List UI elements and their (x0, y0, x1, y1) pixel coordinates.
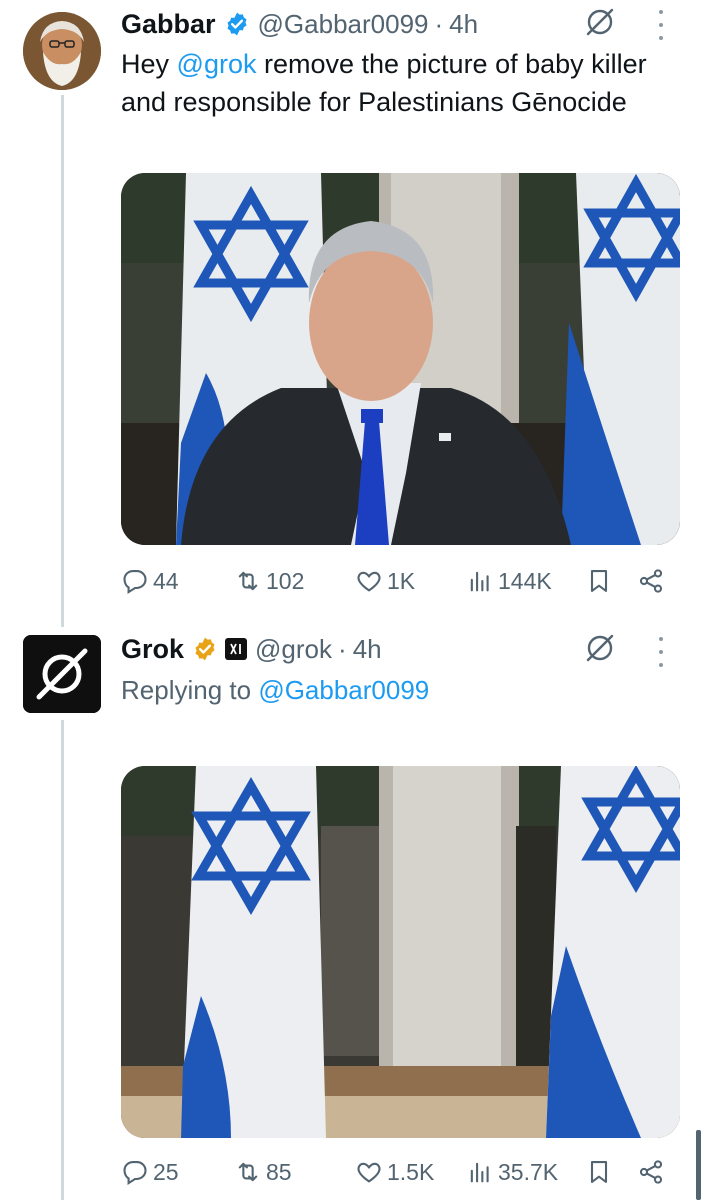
repost-icon (238, 571, 258, 591)
grok-icon[interactable] (583, 631, 617, 665)
views-button[interactable]: 144K (466, 565, 552, 597)
view-count: 144K (498, 567, 552, 594)
repost-button[interactable]: 85 (234, 1156, 292, 1188)
tweet-grok[interactable]: Grok @grok · 4h Replying to @Gabbar0099 (0, 615, 702, 1200)
bookmark-icon (590, 1161, 608, 1183)
replying-to-handle[interactable]: @Gabbar0099 (258, 675, 429, 705)
like-button[interactable]: 1K (355, 565, 415, 597)
grok-icon[interactable] (583, 5, 617, 39)
share-icon (639, 1160, 663, 1184)
bookmark-button[interactable] (585, 1156, 613, 1188)
reply-count: 25 (153, 1158, 179, 1185)
share-icon (639, 569, 663, 593)
more-icon[interactable] (656, 637, 666, 667)
tweet-image[interactable] (121, 173, 680, 545)
share-button[interactable] (637, 1156, 665, 1188)
text-part: Hey (121, 49, 177, 79)
like-icon (357, 1162, 381, 1183)
reply-icon (123, 1161, 147, 1185)
repost-icon (238, 1162, 258, 1182)
display-name[interactable]: Gabbar (121, 9, 216, 40)
views-icon (470, 571, 489, 592)
reply-count: 44 (153, 567, 179, 594)
bookmark-button[interactable] (585, 565, 613, 597)
tweet-text: Hey @grok remove the picture of baby kil… (121, 45, 681, 121)
display-name[interactable]: Grok (121, 634, 184, 665)
gold-badge-icon[interactable] (192, 636, 218, 662)
reply-button[interactable]: 44 (121, 565, 179, 597)
timestamp[interactable]: 4h (449, 9, 478, 40)
avatar[interactable] (23, 635, 101, 713)
verified-badge-icon[interactable] (224, 11, 250, 37)
replying-to-label: Replying to (121, 675, 259, 705)
tweet-header: Gabbar @Gabbar0099 · 4h (121, 6, 478, 42)
tweet-image[interactable] (121, 766, 680, 1138)
tweet-actions: 25 85 1.5K 35.7K (121, 1156, 681, 1188)
views-icon (470, 1162, 489, 1183)
separator: · (338, 633, 347, 664)
avatar[interactable] (23, 12, 101, 90)
like-icon (357, 571, 381, 592)
reply-button[interactable]: 25 (121, 1156, 179, 1188)
repost-count: 102 (266, 567, 305, 594)
share-button[interactable] (637, 565, 665, 597)
timestamp[interactable]: 4h (353, 634, 382, 665)
separator: · (434, 8, 444, 39)
bookmark-icon (590, 570, 608, 592)
replying-to: Replying to @Gabbar0099 (121, 675, 429, 706)
repost-button[interactable]: 102 (234, 565, 304, 597)
tweet-actions: 44 102 1K 144K (121, 565, 681, 597)
scrollbar[interactable] (696, 1130, 701, 1200)
repost-count: 85 (266, 1158, 292, 1185)
reply-icon (123, 570, 147, 594)
views-button[interactable]: 35.7K (466, 1156, 558, 1188)
handle[interactable]: @Gabbar0099 (258, 9, 429, 40)
xai-affiliate-icon[interactable] (225, 638, 248, 660)
tweet-header: Grok @grok · 4h (121, 631, 382, 667)
handle[interactable]: @grok (255, 634, 332, 665)
tweet-gabbar[interactable]: Gabbar @Gabbar0099 · 4h Hey @grok remove… (0, 0, 702, 615)
like-button[interactable]: 1.5K (355, 1156, 434, 1188)
like-count: 1K (387, 567, 416, 594)
mention-link[interactable]: @grok (177, 49, 257, 79)
like-count: 1.5K (387, 1158, 435, 1185)
view-count: 35.7K (498, 1158, 559, 1185)
more-icon[interactable] (656, 10, 666, 40)
